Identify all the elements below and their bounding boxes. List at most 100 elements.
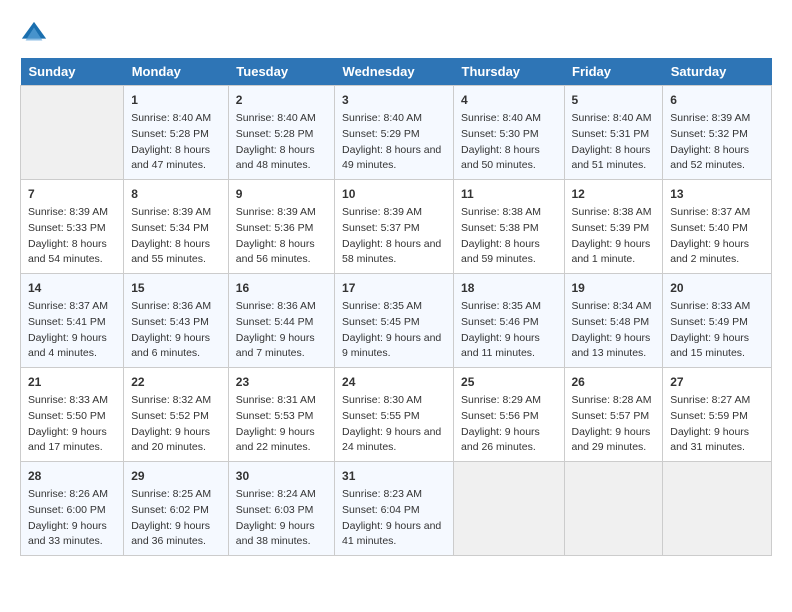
day-cell: 1 Sunrise: 8:40 AMSunset: 5:28 PMDaylight… xyxy=(124,86,229,180)
day-cell: 21Sunrise: 8:33 AMSunset: 5:50 PMDayligh… xyxy=(21,368,124,462)
day-cell: 22 Sunrise: 8:32 AMSunset: 5:52 PMDayligh… xyxy=(124,368,229,462)
day-cell: 9 Sunrise: 8:39 AMSunset: 5:36 PMDaylight… xyxy=(228,180,334,274)
day-number: 25 xyxy=(461,373,556,391)
week-row: 7 Sunrise: 8:39 AMSunset: 5:33 PMDaylight… xyxy=(21,180,772,274)
logo-icon xyxy=(20,20,48,48)
day-number: 3 xyxy=(342,91,446,109)
day-number: 31 xyxy=(342,467,446,485)
day-info: Sunrise: 8:39 AMSunset: 5:37 PMDaylight:… xyxy=(342,205,446,268)
day-cell: 14 Sunrise: 8:37 AMSunset: 5:41 PMDayligh… xyxy=(21,274,124,368)
week-row: 14 Sunrise: 8:37 AMSunset: 5:41 PMDayligh… xyxy=(21,274,772,368)
header-cell-saturday: Saturday xyxy=(663,58,772,86)
day-cell: 23 Sunrise: 8:31 AMSunset: 5:53 PMDayligh… xyxy=(228,368,334,462)
day-cell: 28 Sunrise: 8:26 AMSunset: 6:00 PMDayligh… xyxy=(21,462,124,556)
day-number: 19 xyxy=(572,279,656,297)
day-cell: 29 Sunrise: 8:25 AMSunset: 6:02 PMDayligh… xyxy=(124,462,229,556)
day-info: Sunrise: 8:35 AMSunset: 5:45 PMDaylight:… xyxy=(342,299,446,362)
day-cell: 2 Sunrise: 8:40 AMSunset: 5:28 PMDaylight… xyxy=(228,86,334,180)
day-cell: 7 Sunrise: 8:39 AMSunset: 5:33 PMDaylight… xyxy=(21,180,124,274)
day-info: Sunrise: 8:24 AMSunset: 6:03 PMDaylight:… xyxy=(236,487,327,550)
day-number: 20 xyxy=(670,279,764,297)
day-info: Sunrise: 8:25 AMSunset: 6:02 PMDaylight:… xyxy=(131,487,221,550)
day-info: Sunrise: 8:39 AMSunset: 5:32 PMDaylight:… xyxy=(670,111,764,174)
day-info: Sunrise: 8:32 AMSunset: 5:52 PMDaylight:… xyxy=(131,393,221,456)
day-cell xyxy=(564,462,663,556)
day-info: Sunrise: 8:36 AMSunset: 5:44 PMDaylight:… xyxy=(236,299,327,362)
day-info: Sunrise: 8:38 AMSunset: 5:38 PMDaylight:… xyxy=(461,205,556,268)
day-number: 22 xyxy=(131,373,221,391)
day-cell xyxy=(663,462,772,556)
day-info: Sunrise: 8:28 AMSunset: 5:57 PMDaylight:… xyxy=(572,393,656,456)
day-info: Sunrise: 8:39 AMSunset: 5:36 PMDaylight:… xyxy=(236,205,327,268)
day-cell: 27 Sunrise: 8:27 AMSunset: 5:59 PMDayligh… xyxy=(663,368,772,462)
calendar-body: 1 Sunrise: 8:40 AMSunset: 5:28 PMDaylight… xyxy=(21,86,772,556)
day-info: Sunrise: 8:40 AMSunset: 5:28 PMDaylight:… xyxy=(131,111,221,174)
day-info: Sunrise: 8:33 AMSunset: 5:49 PMDaylight:… xyxy=(670,299,764,362)
day-number: 1 xyxy=(131,91,221,109)
day-number: 10 xyxy=(342,185,446,203)
day-cell: 10 Sunrise: 8:39 AMSunset: 5:37 PMDayligh… xyxy=(335,180,454,274)
day-info: Sunrise: 8:27 AMSunset: 5:59 PMDaylight:… xyxy=(670,393,764,456)
day-number: 26 xyxy=(572,373,656,391)
day-info: Sunrise: 8:29 AMSunset: 5:56 PMDaylight:… xyxy=(461,393,556,456)
day-number: 18 xyxy=(461,279,556,297)
calendar-header: SundayMondayTuesdayWednesdayThursdayFrid… xyxy=(21,58,772,86)
day-info: Sunrise: 8:26 AMSunset: 6:00 PMDaylight:… xyxy=(28,487,116,550)
day-cell: 12Sunrise: 8:38 AMSunset: 5:39 PMDayligh… xyxy=(564,180,663,274)
day-cell: 30 Sunrise: 8:24 AMSunset: 6:03 PMDayligh… xyxy=(228,462,334,556)
day-cell: 18 Sunrise: 8:35 AMSunset: 5:46 PMDayligh… xyxy=(454,274,564,368)
day-cell: 19 Sunrise: 8:34 AMSunset: 5:48 PMDayligh… xyxy=(564,274,663,368)
calendar-table: SundayMondayTuesdayWednesdayThursdayFrid… xyxy=(20,58,772,556)
day-number: 28 xyxy=(28,467,116,485)
day-cell: 31 Sunrise: 8:23 AMSunset: 6:04 PMDayligh… xyxy=(335,462,454,556)
header-cell-friday: Friday xyxy=(564,58,663,86)
page-header xyxy=(20,20,772,48)
day-number: 17 xyxy=(342,279,446,297)
day-cell: 17 Sunrise: 8:35 AMSunset: 5:45 PMDayligh… xyxy=(335,274,454,368)
day-cell: 15Sunrise: 8:36 AMSunset: 5:43 PMDayligh… xyxy=(124,274,229,368)
day-number: 16 xyxy=(236,279,327,297)
day-info: Sunrise: 8:38 AMSunset: 5:39 PMDaylight:… xyxy=(572,205,656,268)
day-cell: 16 Sunrise: 8:36 AMSunset: 5:44 PMDayligh… xyxy=(228,274,334,368)
day-info: Sunrise: 8:34 AMSunset: 5:48 PMDaylight:… xyxy=(572,299,656,362)
week-row: 1 Sunrise: 8:40 AMSunset: 5:28 PMDaylight… xyxy=(21,86,772,180)
day-number: 4 xyxy=(461,91,556,109)
day-number: 23 xyxy=(236,373,327,391)
day-info: Sunrise: 8:40 AMSunset: 5:29 PMDaylight:… xyxy=(342,111,446,174)
day-number: 11 xyxy=(461,185,556,203)
day-number: 13 xyxy=(670,185,764,203)
week-row: 28 Sunrise: 8:26 AMSunset: 6:00 PMDayligh… xyxy=(21,462,772,556)
day-number: 9 xyxy=(236,185,327,203)
day-cell: 20 Sunrise: 8:33 AMSunset: 5:49 PMDayligh… xyxy=(663,274,772,368)
header-cell-wednesday: Wednesday xyxy=(335,58,454,86)
day-number: 14 xyxy=(28,279,116,297)
day-cell: 6 Sunrise: 8:39 AMSunset: 5:32 PMDaylight… xyxy=(663,86,772,180)
day-number: 5 xyxy=(572,91,656,109)
day-number: 6 xyxy=(670,91,764,109)
day-number: 2 xyxy=(236,91,327,109)
day-info: Sunrise: 8:31 AMSunset: 5:53 PMDaylight:… xyxy=(236,393,327,456)
day-info: Sunrise: 8:39 AMSunset: 5:33 PMDaylight:… xyxy=(28,205,116,268)
day-info: Sunrise: 8:37 AMSunset: 5:41 PMDaylight:… xyxy=(28,299,116,362)
day-number: 30 xyxy=(236,467,327,485)
day-info: Sunrise: 8:40 AMSunset: 5:28 PMDaylight:… xyxy=(236,111,327,174)
day-info: Sunrise: 8:40 AMSunset: 5:30 PMDaylight:… xyxy=(461,111,556,174)
day-info: Sunrise: 8:39 AMSunset: 5:34 PMDaylight:… xyxy=(131,205,221,268)
logo xyxy=(20,20,52,48)
day-info: Sunrise: 8:23 AMSunset: 6:04 PMDaylight:… xyxy=(342,487,446,550)
day-cell xyxy=(21,86,124,180)
header-cell-tuesday: Tuesday xyxy=(228,58,334,86)
day-number: 27 xyxy=(670,373,764,391)
header-cell-sunday: Sunday xyxy=(21,58,124,86)
day-number: 29 xyxy=(131,467,221,485)
day-cell: 4 Sunrise: 8:40 AMSunset: 5:30 PMDaylight… xyxy=(454,86,564,180)
day-number: 7 xyxy=(28,185,116,203)
day-number: 8 xyxy=(131,185,221,203)
header-row: SundayMondayTuesdayWednesdayThursdayFrid… xyxy=(21,58,772,86)
day-info: Sunrise: 8:35 AMSunset: 5:46 PMDaylight:… xyxy=(461,299,556,362)
day-cell: 8 Sunrise: 8:39 AMSunset: 5:34 PMDaylight… xyxy=(124,180,229,274)
day-cell: 26 Sunrise: 8:28 AMSunset: 5:57 PMDayligh… xyxy=(564,368,663,462)
day-cell: 24Sunrise: 8:30 AMSunset: 5:55 PMDayligh… xyxy=(335,368,454,462)
day-info: Sunrise: 8:33 AMSunset: 5:50 PMDaylight:… xyxy=(28,393,116,456)
day-info: Sunrise: 8:37 AMSunset: 5:40 PMDaylight:… xyxy=(670,205,764,268)
